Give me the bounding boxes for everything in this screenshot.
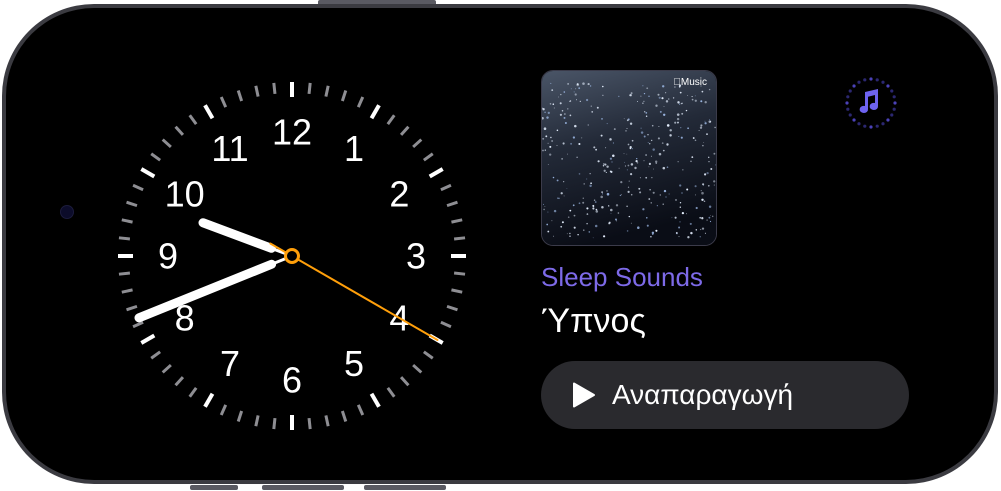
apple-logo-icon:  <box>673 77 681 88</box>
apple-music-badge: Music <box>673 77 707 88</box>
clock-tick <box>236 410 244 422</box>
clock-tick <box>174 125 185 136</box>
bezel: 121234567891011  <box>6 8 994 480</box>
clock-tick <box>307 82 312 95</box>
music-note-icon[interactable] <box>844 76 898 130</box>
clock-tick <box>451 288 463 294</box>
clock-tick <box>446 200 458 208</box>
volume-down-button <box>364 485 446 490</box>
clock-tick <box>174 376 185 387</box>
clock-tick <box>121 288 133 294</box>
play-button[interactable]: Αναπαραγωγή <box>541 361 909 429</box>
clock-tick <box>356 96 365 108</box>
clock-tick <box>203 392 215 408</box>
clock-number: 1 <box>344 128 364 169</box>
clock-tick <box>453 271 466 276</box>
clock-tick <box>132 320 144 329</box>
clock-tick <box>236 90 244 102</box>
clock-tick <box>428 167 444 179</box>
play-button-label: Αναπαραγωγή <box>612 379 794 410</box>
clock-tick <box>307 417 312 430</box>
track-subtitle: Ύπνος <box>541 302 646 340</box>
clock-tick <box>369 104 381 120</box>
clock-number: 6 <box>282 360 302 401</box>
clock-tick <box>412 363 423 374</box>
clock-tick <box>150 350 162 360</box>
clock-number: 5 <box>344 343 364 384</box>
clock-tick <box>219 96 228 108</box>
iphone-frame: 121234567891011  <box>2 4 998 484</box>
clock-tick <box>272 82 277 95</box>
clock-tick <box>203 104 215 120</box>
clock-tick <box>340 90 348 102</box>
clock-tick <box>254 415 260 427</box>
clock-center-pin <box>284 248 300 264</box>
album-artwork[interactable]: Music <box>541 70 717 246</box>
clock-number: 11 <box>211 128 248 169</box>
clock-tick <box>150 152 162 162</box>
clock-number: 3 <box>406 236 426 277</box>
clock-tick <box>272 417 277 430</box>
clock-tick <box>132 183 144 192</box>
clock-tick <box>412 138 423 149</box>
clock-number: 7 <box>220 343 240 384</box>
clock-tick <box>340 410 348 422</box>
clock-tick <box>324 415 330 427</box>
album-artwork-image <box>542 71 716 245</box>
clock-tick <box>422 152 434 162</box>
clock-tick <box>386 386 396 398</box>
clock-tick <box>140 167 156 179</box>
play-icon <box>573 382 595 408</box>
standby-screen: 121234567891011  <box>18 20 982 468</box>
clock-tick <box>254 85 260 97</box>
track-title: Sleep Sounds <box>541 262 703 292</box>
clock-tick <box>118 271 131 276</box>
clock-tick <box>453 236 466 241</box>
clock-tick <box>161 363 172 374</box>
clock-tick <box>386 114 396 126</box>
clock-tick <box>126 304 138 312</box>
clock-number: 10 <box>165 174 205 215</box>
analog-clock-widget[interactable]: 121234567891011 <box>112 76 472 436</box>
clock-tick <box>440 183 452 192</box>
clock-tick <box>161 138 172 149</box>
clock-tick <box>399 376 410 387</box>
clock-tick <box>324 85 330 97</box>
volume-up-button <box>262 485 344 490</box>
clock-tick <box>369 392 381 408</box>
clock-tick <box>121 218 133 224</box>
action-button <box>190 485 238 490</box>
clock-tick <box>188 386 198 398</box>
clock-tick <box>440 320 452 329</box>
clock-number: 2 <box>389 174 409 215</box>
clock-tick <box>399 125 410 136</box>
clock-number: 12 <box>272 112 312 153</box>
clock-tick <box>446 304 458 312</box>
hour-hand <box>198 218 276 253</box>
clock-tick <box>422 350 434 360</box>
clock-tick <box>126 200 138 208</box>
clock-tick <box>140 333 156 345</box>
clock-tick <box>451 218 463 224</box>
clock-tick <box>356 404 365 416</box>
clock-tick <box>188 114 198 126</box>
clock-tick <box>219 404 228 416</box>
front-camera <box>60 205 74 219</box>
clock-tick <box>118 236 131 241</box>
clock-number: 9 <box>158 236 178 277</box>
